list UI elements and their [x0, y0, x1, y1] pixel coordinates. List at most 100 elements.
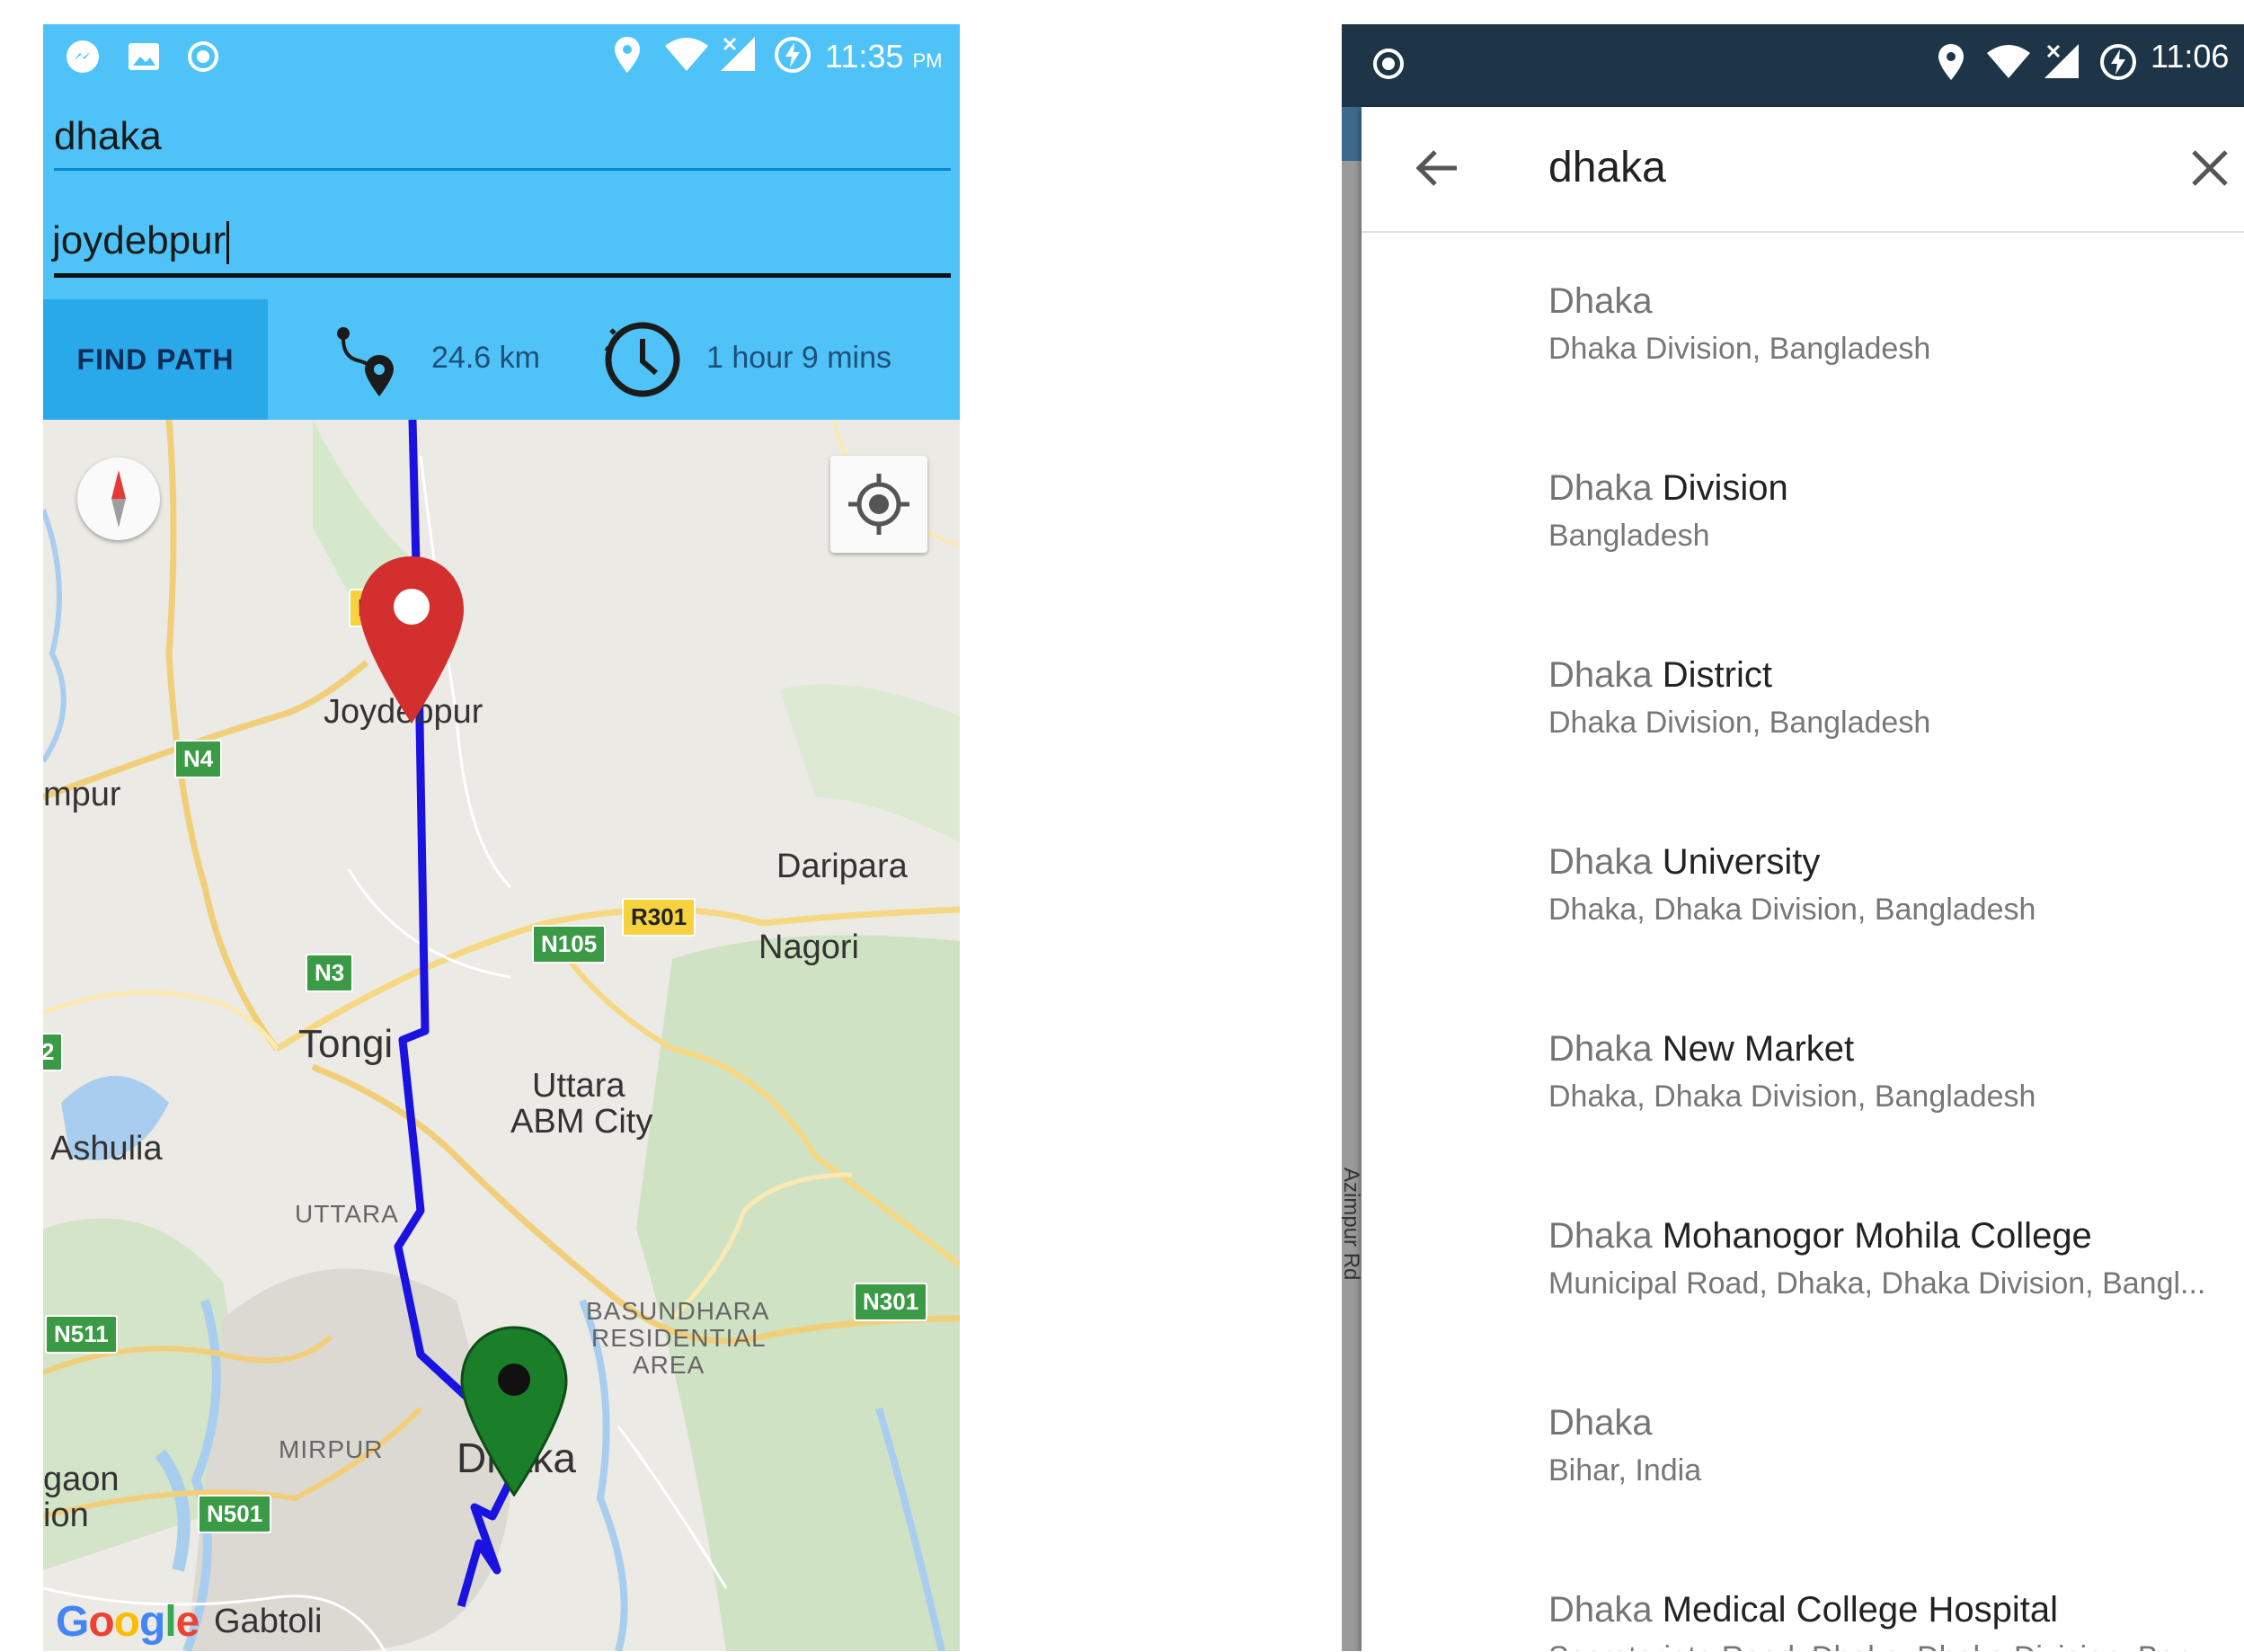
- suggestion-match: Dhaka: [1548, 1029, 1653, 1069]
- suggestion-title: Dhaka Medical College Hospital: [1548, 1590, 2058, 1630]
- distance-value: 24.6 km: [431, 341, 540, 375]
- status-ampm: PM: [912, 49, 943, 72]
- signal-icon: [2043, 42, 2080, 84]
- suggestion-subtitle: Bihar, India: [1548, 1453, 1702, 1488]
- suggestion-rest: Division: [1652, 468, 1788, 508]
- route-map[interactable]: Joydebpur Tongi Daripara Nagori Uttara A…: [43, 420, 960, 1651]
- suggestion-rest: University: [1652, 842, 1821, 882]
- image-icon: [126, 39, 162, 79]
- map-label-nagori: Nagori: [758, 928, 859, 966]
- location-icon: [1935, 42, 1967, 86]
- record-icon: [185, 39, 221, 79]
- suggestion-subtitle: Dhaka, Dhaka Division, Bangladesh: [1548, 1079, 2036, 1114]
- text-cursor: [226, 221, 230, 265]
- road-shield-n105: N105: [532, 925, 607, 964]
- map-label-mirpur: MIRPUR: [279, 1435, 384, 1463]
- search-input[interactable]: dhaka: [1548, 143, 1666, 192]
- source-input[interactable]: dhaka: [54, 114, 162, 159]
- suggestion-title: Dhaka: [1548, 1403, 1653, 1443]
- status-time: 11:35 PM: [825, 38, 942, 75]
- compass-icon: [111, 470, 126, 528]
- suggestion-rest: Mohanogor Mohila College: [1652, 1216, 2092, 1256]
- suggestion-match: Dhaka: [1548, 1590, 1653, 1630]
- map-label-uttara: Uttara: [532, 1067, 625, 1105]
- back-arrow-icon[interactable]: [1412, 143, 1462, 198]
- map-label-ashulia: Ashulia: [50, 1130, 163, 1168]
- search-panel: dhaka Dhaka Dhaka Division, Bangladesh D…: [1361, 107, 2244, 1651]
- map-label-daripara: Daripara: [776, 848, 908, 885]
- suggestion-title: Dhaka: [1548, 281, 1653, 322]
- status-bar: 11:06: [1342, 24, 2244, 107]
- map-label-abm-city: ABM City: [510, 1103, 653, 1141]
- google-logo: Google: [56, 1598, 200, 1646]
- app-header: 11:35 PM dhaka joydebpur FIND PATH 24.6 …: [43, 24, 960, 420]
- suggestion-subtitle: Secretariate Road, Dhaka, Dhaka Division…: [1548, 1640, 2218, 1651]
- road-shield-n4: N4: [174, 740, 223, 778]
- suggestion-match: Dhaka: [1548, 281, 1653, 321]
- suggestion-match: Dhaka: [1548, 468, 1653, 508]
- road-shield-n3: N3: [306, 954, 354, 992]
- suggestion-subtitle: Municipal Road, Dhaka, Dhaka Division, B…: [1548, 1266, 2206, 1301]
- suggestion-subtitle: Dhaka, Dhaka Division, Bangladesh: [1548, 893, 2036, 927]
- duration-value: 1 hour 9 mins: [706, 341, 891, 375]
- destination-input-underline: [54, 273, 951, 278]
- suggestion-rest: District: [1652, 655, 1772, 695]
- map-label-basundhara: BASUNDHARA: [586, 1297, 770, 1325]
- suggestion-title: Dhaka New Market: [1548, 1029, 1854, 1070]
- suggestion-item[interactable]: Dhaka Bihar, India: [1361, 1354, 2244, 1541]
- find-path-label: FIND PATH: [76, 342, 235, 376]
- search-bar: dhaka: [1361, 107, 2244, 233]
- suggestion-item[interactable]: Dhaka Dhaka Division, Bangladesh: [1361, 233, 2244, 420]
- status-time: 11:06: [2151, 38, 2230, 75]
- destination-marker[interactable]: [458, 1326, 570, 1501]
- map-label-gaon: gaon: [43, 1461, 120, 1498]
- route-distance-icon: [333, 321, 404, 406]
- suggestion-title: Dhaka Division: [1548, 468, 1788, 509]
- battery-charging-icon: [2098, 42, 2138, 86]
- map-label-uttara-area: UTTARA: [295, 1200, 399, 1228]
- search-screen: 11:06 Azimpur Rd dhaka Dhaka Dhaka Divis…: [1342, 24, 2244, 1651]
- road-shield-n511: N511: [45, 1315, 118, 1354]
- map-label-residential: RESIDENTIAL: [591, 1324, 767, 1352]
- origin-marker[interactable]: [356, 555, 467, 730]
- suggestion-title: Dhaka District: [1548, 655, 1772, 696]
- crosshair-icon: [848, 474, 909, 535]
- suggestion-item[interactable]: Dhaka New Market Dhaka, Dhaka Division, …: [1361, 981, 2244, 1168]
- suggestion-rest: New Market: [1652, 1029, 1855, 1069]
- destination-input[interactable]: joydebpur: [52, 218, 230, 265]
- status-time-value: 11:35: [825, 38, 904, 75]
- suggestion-title: Dhaka Mohanogor Mohila College: [1548, 1216, 2092, 1257]
- compass-button[interactable]: [77, 457, 160, 540]
- suggestion-subtitle: Bangladesh: [1548, 519, 1710, 553]
- map-label-ion: ion: [43, 1497, 89, 1534]
- route-app-screen: 11:35 PM dhaka joydebpur FIND PATH 24.6 …: [43, 24, 960, 1651]
- road-shield-n501: N501: [198, 1495, 272, 1533]
- suggestion-item[interactable]: Dhaka Division Bangladesh: [1361, 420, 2244, 607]
- destination-input-value: joydebpur: [52, 218, 226, 262]
- wifi-icon: [1985, 44, 2032, 84]
- map-label-area: AREA: [633, 1351, 705, 1379]
- suggestion-title: Dhaka University: [1548, 842, 1820, 883]
- location-icon: [611, 35, 643, 79]
- wifi-icon: [663, 37, 710, 77]
- suggestion-match: Dhaka: [1548, 1403, 1653, 1443]
- messenger-icon: [63, 37, 102, 85]
- suggestion-match: Dhaka: [1548, 1216, 1653, 1256]
- suggestion-subtitle: Dhaka Division, Bangladesh: [1548, 332, 1931, 366]
- suggestion-item[interactable]: Dhaka University Dhaka, Dhaka Division, …: [1361, 794, 2244, 981]
- find-path-button[interactable]: FIND PATH: [43, 299, 268, 420]
- record-icon: [1370, 46, 1406, 86]
- close-icon[interactable]: [2185, 143, 2235, 198]
- source-input-underline: [54, 168, 951, 171]
- battery-charging-icon: [773, 35, 812, 79]
- suggestion-subtitle: Dhaka Division, Bangladesh: [1548, 706, 1931, 740]
- suggestion-item[interactable]: Dhaka Mohanogor Mohila College Municipal…: [1361, 1168, 2244, 1354]
- road-shield-n301: N301: [854, 1283, 928, 1321]
- my-location-button[interactable]: [830, 456, 927, 553]
- suggestion-rest: Medical College Hospital: [1652, 1590, 2058, 1630]
- suggestion-match: Dhaka: [1548, 655, 1653, 695]
- map-label-mpur: mpur: [43, 776, 121, 813]
- background-road-label: Azimpur Rd: [1342, 1168, 1363, 1281]
- suggestion-item[interactable]: Dhaka Medical College Hospital Secretari…: [1361, 1541, 2244, 1651]
- suggestion-item[interactable]: Dhaka District Dhaka Division, Banglades…: [1361, 607, 2244, 794]
